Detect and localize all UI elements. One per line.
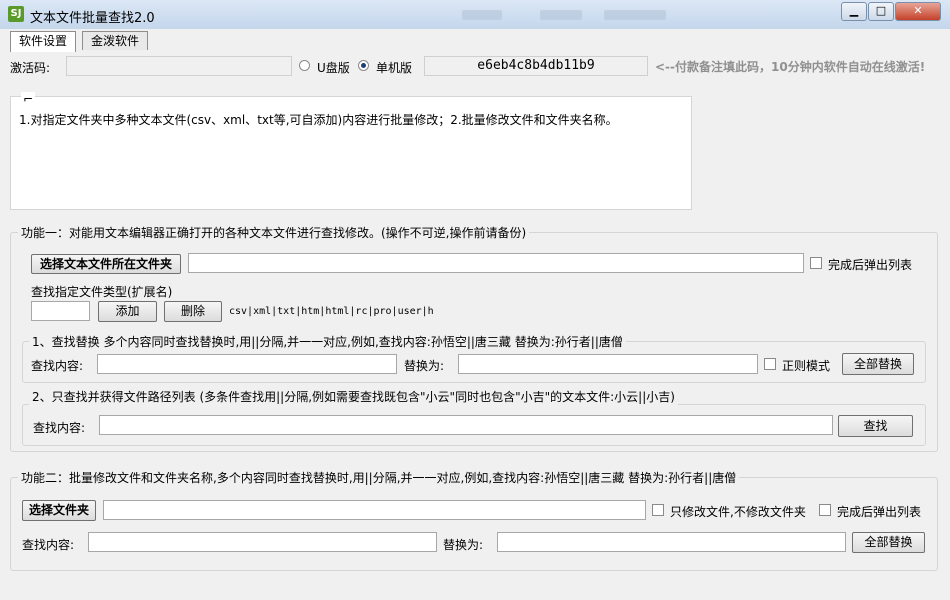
regex-label: 正则模式 xyxy=(782,359,831,373)
single-version-label: 单机版 xyxy=(376,61,413,75)
replace-all-button-2[interactable]: 全部替换 xyxy=(852,532,925,553)
description-stub: ⌐ xyxy=(21,92,36,106)
function-two-group xyxy=(10,477,938,571)
search-button[interactable]: 查找 xyxy=(838,415,913,437)
add-extension-button[interactable]: 添加 xyxy=(98,301,157,322)
select-text-folder-button[interactable]: 选择文本文件所在文件夹 xyxy=(31,254,181,274)
usb-version-label: U盘版 xyxy=(317,61,350,75)
delete-extension-button[interactable]: 删除 xyxy=(164,301,222,322)
title-bar: SJ 文本文件批量查找2.0 ▁ □ ✕ xyxy=(0,0,950,30)
description-box: ⌐ 1.对指定文件夹中多种文本文件(csv、xml、txt等,可自添加)内容进行… xyxy=(10,92,692,210)
blurred-taskbar-item xyxy=(540,10,582,20)
only-files-checkbox[interactable] xyxy=(652,504,664,516)
popup-list-label-2: 完成后弹出列表 xyxy=(837,505,922,519)
window-title: 文本文件批量查找2.0 xyxy=(30,11,155,26)
popup-list-checkbox-1[interactable] xyxy=(810,257,822,269)
minimize-button[interactable]: ▁ xyxy=(841,2,867,21)
select-folder-button[interactable]: 选择文件夹 xyxy=(22,500,96,521)
search-find-input[interactable] xyxy=(99,415,833,435)
activation-notice: <--付款备注填此码，10分钟内软件自动在线激活! xyxy=(655,60,926,74)
replace-with-input[interactable] xyxy=(458,354,758,374)
replace-all-button-1[interactable]: 全部替换 xyxy=(842,353,914,375)
rename-find-input[interactable] xyxy=(88,532,437,552)
rename-find-label: 查找内容: xyxy=(22,538,75,552)
single-version-radio[interactable] xyxy=(358,60,369,71)
search-group-legend: 2、只查找并获得文件路径列表 (多条件查找用||分隔,例如需要查找既包含"小云"… xyxy=(29,388,678,405)
activation-code-label: 激活码: xyxy=(10,61,51,75)
rename-replace-label: 替换为: xyxy=(443,538,484,552)
close-button[interactable]: ✕ xyxy=(895,2,941,21)
machine-code-display: e6eb4c8b4db11b9 xyxy=(424,56,648,76)
only-files-label: 只修改文件,不修改文件夹 xyxy=(670,505,806,519)
activation-code-input[interactable] xyxy=(66,56,292,76)
folder-path-input[interactable] xyxy=(103,500,646,520)
extension-input[interactable] xyxy=(31,301,90,321)
extension-list: csv|xml|txt|htm|html|rc|pro|user|h xyxy=(229,306,434,317)
text-folder-path-input[interactable] xyxy=(188,253,804,273)
settings-panel: 激活码: U盘版 单机版 e6eb4c8b4db11b9 <--付款备注填此码，… xyxy=(0,50,950,600)
tab-settings[interactable]: 软件设置 xyxy=(10,31,77,52)
function-one-title: 功能一：对能用文本编辑器正确打开的各种文本文件进行查找修改。(操作不可逆,操作前… xyxy=(18,224,530,241)
replace-group-legend: 1、查找替换 多个内容同时查找替换时,用||分隔,并一一对应,例如,查找内容:孙… xyxy=(29,333,626,350)
popup-list-label-1: 完成后弹出列表 xyxy=(828,258,913,272)
replace-find-label: 查找内容: xyxy=(31,359,84,373)
maximize-button[interactable]: □ xyxy=(868,2,894,21)
app-icon: SJ xyxy=(8,6,24,22)
description-text: 1.对指定文件夹中多种文本文件(csv、xml、txt等,可自添加)内容进行批量… xyxy=(19,113,618,127)
popup-list-checkbox-2[interactable] xyxy=(819,504,831,516)
regex-checkbox[interactable] xyxy=(764,358,776,370)
blurred-taskbar-item xyxy=(604,10,666,20)
function-two-title: 功能二：批量修改文件和文件夹名称,多个内容同时查找替换时,用||分隔,并一一对应… xyxy=(18,469,740,486)
tab-jinpo-software[interactable]: 金泼软件 xyxy=(82,31,149,51)
extension-type-label: 查找指定文件类型(扩展名) xyxy=(31,285,173,299)
replace-with-label: 替换为: xyxy=(404,359,445,373)
usb-version-radio[interactable] xyxy=(299,60,310,71)
rename-replace-input[interactable] xyxy=(497,532,846,552)
replace-find-input[interactable] xyxy=(97,354,397,374)
blurred-taskbar-item xyxy=(462,10,502,20)
search-find-label: 查找内容: xyxy=(33,421,86,435)
